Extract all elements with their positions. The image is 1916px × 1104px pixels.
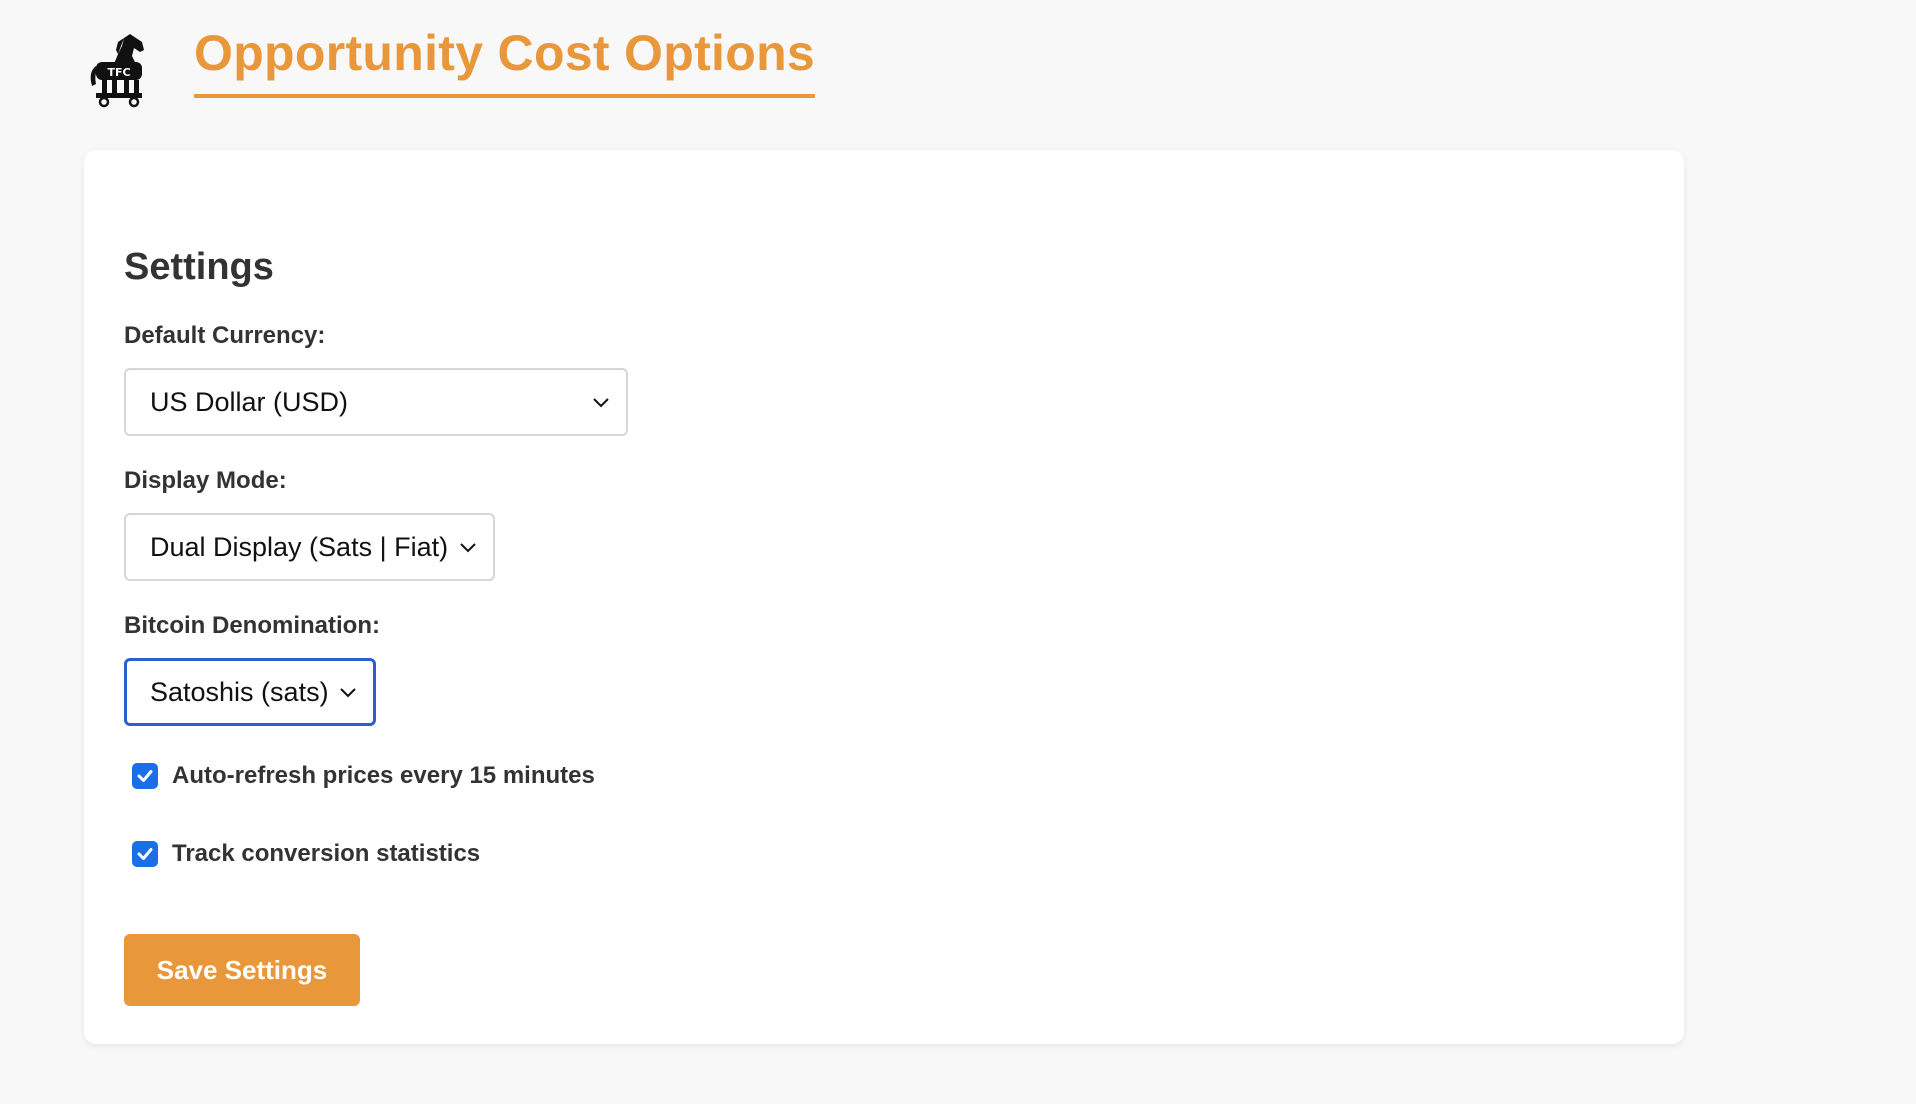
default-currency-value: US Dollar (USD) bbox=[150, 386, 349, 417]
chevron-down-icon bbox=[340, 688, 356, 698]
page-title: Opportunity Cost Options bbox=[194, 25, 816, 81]
display-mode-select[interactable]: Dual Display (Sats | Fiat) bbox=[124, 513, 495, 581]
auto-refresh-checkbox[interactable] bbox=[132, 763, 158, 789]
display-mode-value: Dual Display (Sats | Fiat) bbox=[150, 531, 449, 562]
page-header: TFC Opportunity Cost Options bbox=[84, 22, 816, 116]
trojan-horse-logo-icon: TFC bbox=[84, 30, 164, 110]
auto-refresh-row[interactable]: Auto-refresh prices every 15 minutes bbox=[132, 762, 595, 790]
chevron-down-icon bbox=[460, 543, 476, 553]
default-currency-label: Default Currency: bbox=[124, 322, 326, 349]
svg-text:TFC: TFC bbox=[107, 66, 130, 79]
settings-card: Settings Default Currency: US Dollar (US… bbox=[84, 150, 1684, 1044]
default-currency-select[interactable]: US Dollar (USD) bbox=[124, 368, 628, 436]
track-stats-label[interactable]: Track conversion statistics bbox=[172, 840, 480, 868]
settings-heading: Settings bbox=[124, 246, 274, 288]
chevron-down-icon bbox=[593, 398, 609, 408]
bitcoin-denomination-label: Bitcoin Denomination: bbox=[124, 612, 380, 639]
checkmark-icon bbox=[137, 770, 153, 782]
track-stats-checkbox[interactable] bbox=[132, 841, 158, 867]
checkmark-icon bbox=[137, 848, 153, 860]
bitcoin-denomination-value: Satoshis (sats) bbox=[150, 676, 329, 707]
bitcoin-denomination-select[interactable]: Satoshis (sats) bbox=[124, 658, 376, 726]
save-settings-button[interactable]: Save Settings bbox=[124, 934, 360, 1006]
auto-refresh-label[interactable]: Auto-refresh prices every 15 minutes bbox=[172, 762, 595, 790]
display-mode-label: Display Mode: bbox=[124, 467, 287, 494]
page-title-underline: Opportunity Cost Options bbox=[194, 22, 816, 98]
track-stats-row[interactable]: Track conversion statistics bbox=[132, 840, 480, 868]
